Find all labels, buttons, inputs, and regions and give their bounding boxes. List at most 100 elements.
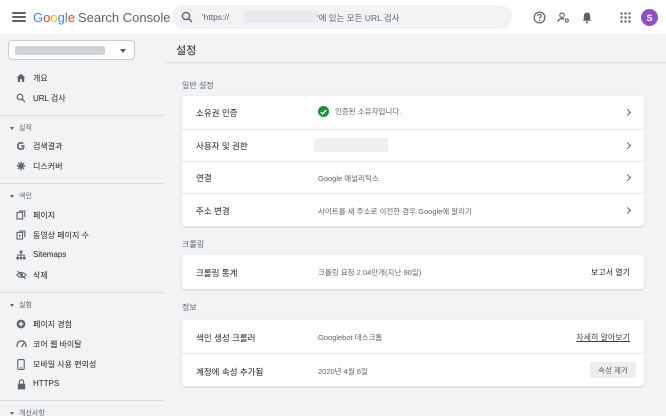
sidebar-item-label: 페이지 경험: [33, 320, 73, 329]
settings-row-indexing-crawler: 색인 생성 크롤러 Googlebot 데스크톱 자세히 알아보기: [182, 320, 644, 353]
search-icon: [181, 11, 193, 25]
collapse-triangle-icon: [10, 303, 14, 307]
manage-users-button[interactable]: [555, 9, 571, 25]
property-selector[interactable]: [8, 40, 135, 60]
sidebar-item-label: HTTPS: [33, 379, 60, 388]
home-icon: [15, 72, 27, 84]
menu-icon-line: [12, 12, 26, 14]
ownership-status-text: 인증된 소유자입니다.: [335, 107, 402, 116]
section-toggle-enhancements[interactable]: 개선사항: [10, 408, 45, 416]
sitemap-icon: [15, 249, 27, 261]
bell-icon: [582, 12, 592, 23]
search-placeholder-prefix: 'https://: [202, 12, 230, 22]
sidebar-item-page-experience[interactable]: 페이지 경험: [0, 314, 164, 334]
section-toggle-index[interactable]: 색인: [10, 191, 32, 201]
mobile-icon: [15, 358, 27, 370]
open-report-button[interactable]: 보고서 열기: [591, 267, 630, 278]
section-label-about: 정보: [182, 303, 197, 312]
menu-icon-line: [12, 16, 26, 18]
sidebar-item-mobile-usability[interactable]: 모바일 사용 편의성: [0, 354, 164, 374]
sidebar: 개요 URL 검사 실적 검색결과 디스커버 색인 페이지 동영상 페이지 수 …: [0, 34, 164, 416]
main-menu-button[interactable]: [12, 10, 26, 24]
chevron-right-icon: [623, 173, 632, 182]
sidebar-item-sitemaps[interactable]: Sitemaps: [0, 245, 164, 265]
collapse-triangle-icon: [10, 411, 14, 415]
help-button[interactable]: [531, 9, 547, 25]
sidebar-item-core-web-vitals[interactable]: 코어 웹 바이탈: [0, 334, 164, 354]
sidebar-item-url-inspection[interactable]: URL 검사: [0, 88, 164, 108]
eye-off-icon: [15, 269, 27, 281]
sidebar-divider: [0, 115, 164, 116]
search-console-logo[interactable]: Google Search Console: [33, 10, 170, 25]
section-toggle-experience[interactable]: 실험: [10, 300, 32, 310]
row-key: 소유권 인증: [196, 108, 238, 118]
row-value: Google 애널리틱스: [318, 174, 379, 183]
apps-grid-icon: [619, 11, 631, 23]
sidebar-item-removals[interactable]: 삭제: [0, 265, 164, 285]
row-value: Googlebot 데스크톱: [318, 333, 383, 342]
settings-row-ownership[interactable]: 소유권 인증 인증된 소유자입니다.: [182, 96, 644, 129]
settings-row-change-of-address[interactable]: 주소 변경 사이트를 새 주소로 이전한 경우 Google에 알리기: [182, 193, 644, 226]
row-value: 크롤링 요청 2.04만개(지난 90일): [318, 268, 422, 277]
sidebar-item-label: 개요: [33, 74, 48, 83]
page-title: 설정: [176, 45, 197, 57]
row-key: 연결: [196, 173, 212, 183]
logo-letter: g: [57, 10, 65, 25]
google-apps-button[interactable]: [617, 9, 633, 25]
google-g-icon: [15, 140, 27, 152]
logo-letter: e: [67, 10, 75, 25]
settings-row-users-permissions[interactable]: 사용자 및 권한: [182, 129, 644, 161]
sidebar-item-discover[interactable]: 디스커버: [0, 156, 164, 176]
row-key: 크롤링 통계: [196, 268, 238, 278]
section-toggle-performance[interactable]: 실적: [10, 123, 32, 133]
account-avatar[interactable]: S: [641, 9, 658, 26]
settings-row-crawl-stats: 크롤링 통계 크롤링 요청 2.04만개(지난 90일) 보고서 열기: [182, 255, 644, 289]
row-value: 2020년 4월 6일: [318, 367, 368, 376]
sidebar-item-overview[interactable]: 개요: [0, 68, 164, 88]
learn-more-link[interactable]: 자세히 알아보기: [576, 332, 630, 343]
sidebar-item-label: 코어 웹 바이탈: [33, 340, 82, 349]
sidebar-item-pages[interactable]: 페이지: [0, 205, 164, 225]
speed-icon: [15, 338, 27, 350]
redacted-value: [314, 138, 388, 152]
sidebar-item-label: Sitemaps: [33, 250, 67, 259]
chevron-right-icon: [623, 206, 632, 215]
section-title: 색인: [19, 193, 32, 200]
sidebar-divider: [0, 400, 164, 401]
remove-property-button[interactable]: 속성 제거: [590, 362, 636, 378]
general-settings-card: 소유권 인증 인증된 소유자입니다. 사용자 및 권한 연결 Google 애널…: [182, 96, 644, 226]
dropdown-caret-icon: [120, 49, 126, 53]
settings-row-associations[interactable]: 연결 Google 애널리틱스: [182, 161, 644, 193]
sidebar-item-https[interactable]: HTTPS: [0, 374, 164, 394]
top-app-bar: Google Search Console 'https:// '에 있는 모든 …: [0, 0, 666, 34]
sidebar-item-search-results[interactable]: 검색결과: [0, 136, 164, 156]
asterisk-icon: [15, 160, 27, 172]
help-icon: [532, 10, 546, 24]
section-label-crawling: 크롤링: [182, 240, 205, 249]
section-title: 실적: [19, 125, 32, 132]
notifications-button[interactable]: [579, 9, 595, 25]
user-settings-icon: [557, 11, 569, 23]
pages-icon: [15, 209, 27, 221]
sidebar-divider: [0, 183, 164, 184]
row-key: 사용자 및 권한: [196, 141, 248, 151]
video-pages-icon: [15, 229, 27, 241]
sidebar-item-video-pages[interactable]: 동영상 페이지 수: [0, 225, 164, 245]
redacted-property: [15, 46, 105, 55]
product-name: Search Console: [77, 10, 171, 25]
settings-row-property-added: 계정에 속성 추가됨 2020년 4월 6일 속성 제거: [182, 353, 644, 386]
row-value: 인증된 소유자입니다.: [318, 106, 401, 117]
sidebar-item-label: URL 검사: [33, 94, 66, 103]
about-card: 색인 생성 크롤러 Googlebot 데스크톱 자세히 알아보기 계정에 속성…: [182, 320, 644, 386]
sidebar-item-label: 디스커버: [33, 162, 63, 171]
chevron-right-icon: [623, 108, 632, 117]
collapse-triangle-icon: [10, 194, 14, 198]
url-inspect-search-input[interactable]: 'https:// '에 있는 모든 URL 검사: [172, 5, 512, 29]
sidebar-item-label: 동영상 페이지 수: [33, 231, 89, 240]
row-key: 색인 생성 크롤러: [196, 333, 256, 343]
menu-icon-line: [12, 20, 26, 22]
search-icon: [15, 92, 27, 104]
row-value: 사이트를 새 주소로 이전한 경우 Google에 알리기: [318, 207, 472, 216]
plus-circle-icon: [15, 318, 27, 330]
logo-letter: o: [50, 10, 58, 25]
